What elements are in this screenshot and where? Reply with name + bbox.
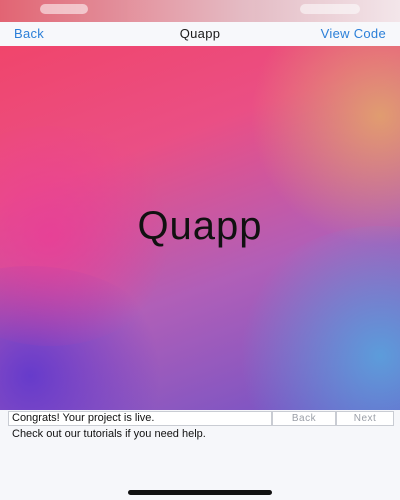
view-code-button[interactable]: View Code bbox=[321, 26, 386, 41]
navigation-bar: Back Quapp View Code bbox=[0, 22, 400, 47]
home-indicator[interactable] bbox=[128, 490, 272, 495]
tutorial-next-button[interactable]: Next bbox=[336, 411, 394, 426]
tutorial-back-button[interactable]: Back bbox=[272, 411, 336, 426]
hero-title: Quapp bbox=[137, 204, 263, 248]
app-screen: Back Quapp View Code Quapp Congrats! You… bbox=[0, 0, 400, 500]
status-bar bbox=[0, 0, 400, 22]
tutorial-message-line-1: Congrats! Your project is live. bbox=[12, 412, 155, 424]
status-bar-right-blur bbox=[300, 4, 360, 14]
hero-gradient: Quapp bbox=[0, 46, 400, 410]
gradient-glow-blue bbox=[230, 226, 400, 410]
tutorial-panel: Congrats! Your project is live. Check ou… bbox=[0, 410, 400, 500]
status-bar-left-blur bbox=[40, 4, 88, 14]
tutorial-message-line-2: Check out our tutorials if you need help… bbox=[12, 428, 206, 440]
